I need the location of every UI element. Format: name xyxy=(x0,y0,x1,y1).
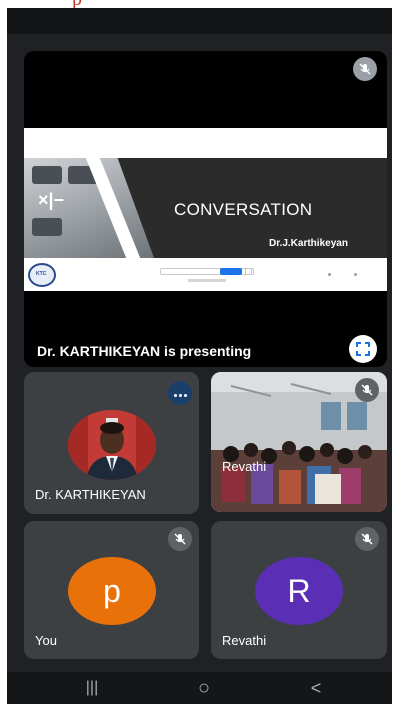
slide-dot xyxy=(328,273,331,276)
slide-footer: KTC xyxy=(24,261,387,291)
participant-tile-you[interactable]: p You xyxy=(24,521,199,659)
back-button[interactable]: < xyxy=(301,678,331,698)
presentation-tile[interactable]: ×|− CONVERSATION Dr.J.Karthikeyan KTC Dr… xyxy=(24,51,387,367)
mic-off-icon xyxy=(353,57,377,81)
college-logo: KTC xyxy=(28,263,56,287)
avatar: R xyxy=(255,557,343,625)
fullscreen-icon xyxy=(356,342,370,356)
slide-toolbar-button xyxy=(220,268,242,275)
participant-tile-revathi-video[interactable]: Revathi xyxy=(211,372,387,512)
participant-name: Revathi xyxy=(222,459,267,474)
fullscreen-button[interactable] xyxy=(349,335,377,363)
slide-glyph: ×|− xyxy=(38,190,65,210)
meet-screen: ×|− CONVERSATION Dr.J.Karthikeyan KTC Dr… xyxy=(7,8,392,704)
presenting-label: Dr. KARTHIKEYAN is presenting xyxy=(37,343,252,359)
participant-name: Dr. KARTHIKEYAN xyxy=(35,487,146,502)
top-strip: p xyxy=(0,0,398,8)
avatar: p xyxy=(68,557,156,625)
slide-author: Dr.J.Karthikeyan xyxy=(269,238,348,249)
slide-title: CONVERSATION xyxy=(174,200,313,219)
avatar xyxy=(68,410,156,480)
more-options-button[interactable] xyxy=(168,381,192,405)
navigation-bar: ||| ○ < xyxy=(7,672,392,704)
shared-slide: ×|− CONVERSATION Dr.J.Karthikeyan KTC xyxy=(24,128,387,291)
participant-tile-karthikeyan[interactable]: Dr. KARTHIKEYAN xyxy=(24,372,199,514)
participant-name: You xyxy=(35,633,57,648)
mic-off-icon xyxy=(355,527,379,551)
header-fragment: p xyxy=(72,0,82,8)
mic-off-icon xyxy=(355,378,379,402)
status-bar xyxy=(7,8,392,34)
slide-dot xyxy=(354,273,357,276)
slide-subline xyxy=(188,279,226,282)
recents-button[interactable]: ||| xyxy=(77,678,107,698)
participant-name: Revathi xyxy=(222,633,267,648)
more-options-icon xyxy=(173,384,188,402)
participant-tile-revathi[interactable]: R Revathi xyxy=(211,521,387,659)
slide-toolbar-button-secondary xyxy=(245,268,254,275)
mic-off-icon xyxy=(168,527,192,551)
home-button[interactable]: ○ xyxy=(189,677,219,699)
